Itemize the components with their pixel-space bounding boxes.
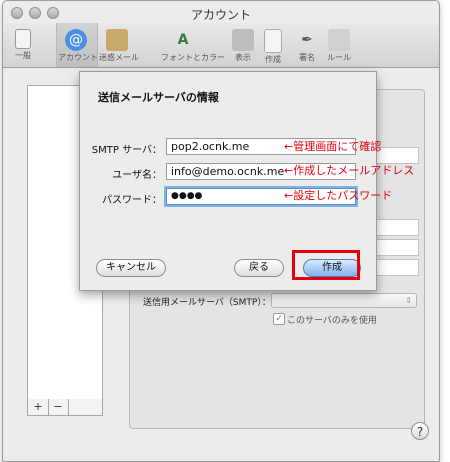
toolbar-rules-label: ルール — [327, 53, 351, 62]
toolbar-general-label: 一般 — [15, 51, 31, 60]
toolbar-junk-mail[interactable]: 迷惑メール — [99, 29, 139, 63]
toolbar-rules[interactable]: ルール — [321, 29, 357, 63]
toolbar-general[interactable]: 一般 — [5, 29, 41, 61]
toolbar-composing[interactable]: 作成 — [255, 29, 291, 65]
font-icon: A — [177, 32, 189, 48]
rules-icon — [328, 29, 350, 51]
toolbar-fonts-colors[interactable]: A フォントとカラー — [161, 29, 225, 63]
toolbar-fonts-colors-label: フォントとカラー — [161, 53, 225, 62]
at-sign-icon: @ — [65, 29, 87, 51]
create-button-highlight — [292, 250, 360, 280]
account-list-buttons: + − — [27, 399, 103, 416]
preferences-toolbar: 一般 @ アカウント 迷惑メール A フォントとカラー 表示 作成 ✒ 署名 ル… — [3, 23, 439, 68]
toolbar-signatures-label: 署名 — [299, 53, 315, 62]
annotation-password: ←設定したパスワード — [284, 189, 393, 202]
toolbar-signatures[interactable]: ✒ 署名 — [289, 29, 325, 63]
toolbar-composing-label: 作成 — [265, 55, 281, 64]
toolbar-accounts-label: アカウント — [58, 53, 98, 62]
username-field-label: ユーザ名： — [112, 170, 162, 181]
sheet-title: 送信メールサーバの情報 — [98, 91, 219, 104]
annotation-smtp: ←管理画面にて確認 — [284, 140, 382, 153]
junk-mail-icon — [106, 29, 128, 51]
annotation-username: ←作成したメールアドレス — [284, 164, 415, 177]
help-button[interactable]: ? — [411, 422, 429, 440]
toolbar-accounts[interactable]: @ アカウント — [58, 29, 98, 63]
cancel-button[interactable]: キャンセル — [96, 259, 166, 277]
signature-icon: ✒ — [301, 32, 313, 48]
window-title: アカウント — [190, 8, 251, 22]
compose-icon — [264, 29, 282, 53]
only-this-server-checkbox[interactable]: ✓ — [273, 313, 285, 325]
add-account-button[interactable]: + — [28, 399, 49, 415]
title-bar: アカウント — [3, 1, 439, 25]
preferences-window: アカウント 一般 @ アカウント 迷惑メール A フォントとカラー 表示 作成 … — [2, 0, 440, 462]
chevron-updown-icon: ⇕ — [405, 296, 412, 305]
toolbar-junk-mail-label: 迷惑メール — [99, 53, 139, 62]
remove-account-button[interactable]: − — [48, 399, 69, 415]
only-this-server-label: このサーバのみを使用 — [287, 316, 377, 326]
smtp-server-label: 送信用メールサーバ（SMTP）： — [143, 298, 271, 308]
back-button[interactable]: 戻る — [234, 259, 284, 277]
switch-icon — [15, 29, 31, 49]
smtp-server-select[interactable]: ⇕ — [271, 293, 417, 308]
glasses-icon — [232, 29, 254, 51]
password-field-label: パスワード： — [102, 195, 162, 206]
smtp-server-field-label: SMTP サーバ： — [91, 145, 162, 156]
